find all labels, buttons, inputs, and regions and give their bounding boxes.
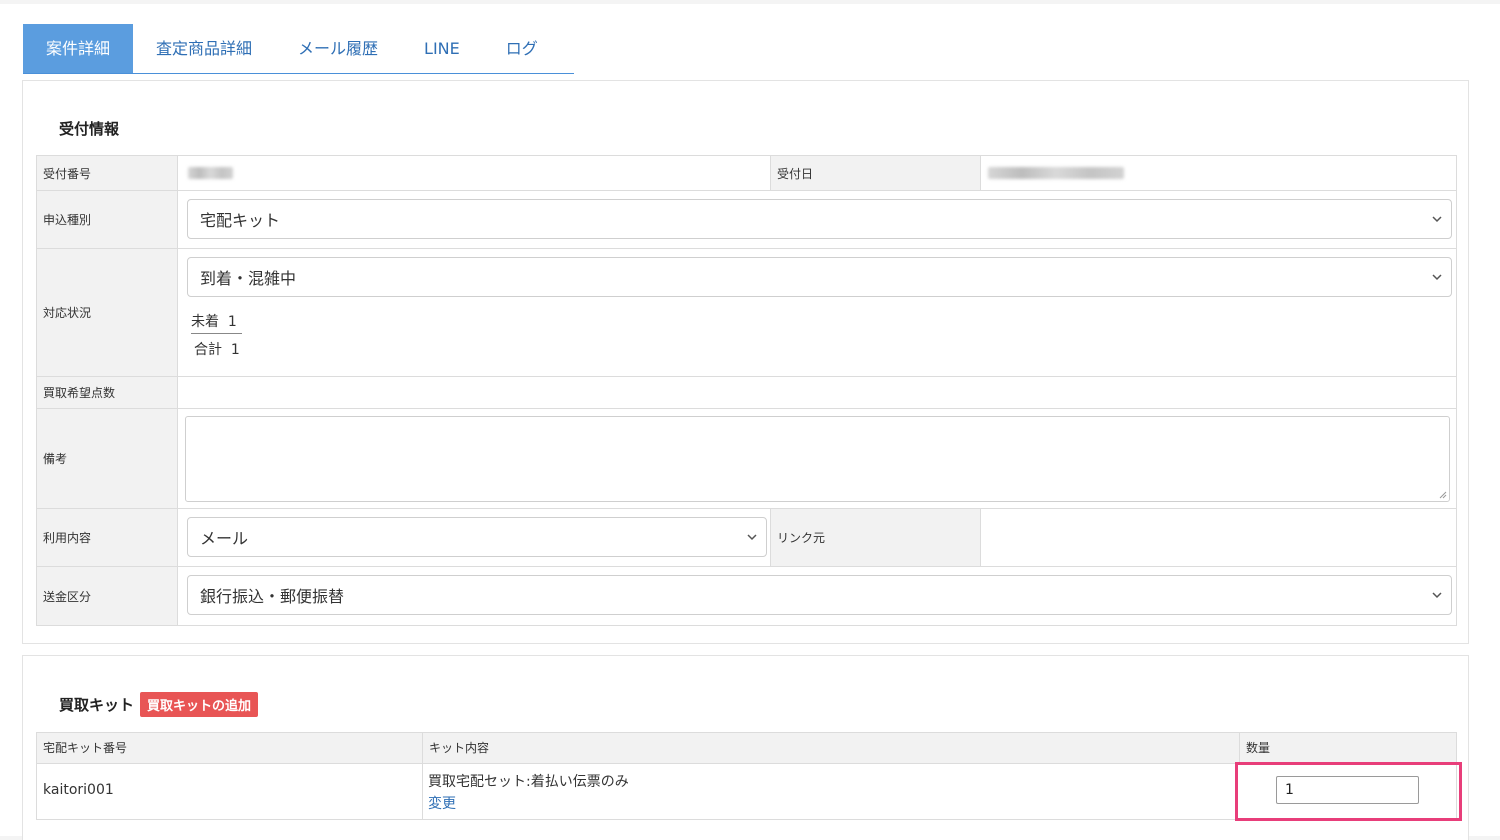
kit-title-row: 買取キット 買取キットの追加 [59,692,259,717]
page: 案件詳細 査定商品詳細 メール履歴 LINE ログ 受付情報 受付番号 受付日 … [0,4,1500,840]
quantity-input[interactable]: 1 [1276,776,1419,804]
tab-line[interactable]: LINE [401,24,483,73]
chevron-down-icon [1432,216,1442,223]
kit-content: 買取宅配セット:着払い伝票のみ [428,774,629,790]
status-select[interactable]: 到着・混雑中 [187,257,1452,297]
chevron-down-icon [1432,274,1442,281]
reception-form: 受付番号 受付日 申込種別 宅配キット 対応状況 到着・混雑中 未着 1 合計 … [36,155,1457,626]
tab-case-details[interactable]: 案件詳細 [23,24,134,73]
label-notes: 備考 [37,409,178,508]
kit-change-link[interactable]: 変更 [428,793,456,813]
header-kit-content: キット内容 [422,733,489,763]
reception-title: 受付情報 [59,120,120,138]
tab-appraisal-items[interactable]: 査定商品詳細 [133,24,275,73]
application-type-value: 宅配キット [200,211,281,230]
header-kit-number: 宅配キット番号 [43,741,128,755]
remit-type-value: 銀行振込・郵便振替 [200,587,345,606]
row-desired-count: 買取希望点数 [37,377,1456,409]
chevron-down-icon [747,534,757,541]
header-quantity: 数量 [1239,733,1270,763]
tab-log[interactable]: ログ [483,24,561,73]
kit-table: 宅配キット番号 キット内容 数量 kaitori001 買取宅配セット:着払い伝… [36,732,1462,821]
tab-bar: 案件詳細 査定商品詳細 メール履歴 LINE ログ [23,24,574,74]
row-notes: 備考 [37,409,1456,509]
row-reception-number: 受付番号 受付日 [37,156,1456,191]
label-status: 対応状況 [37,249,178,376]
status-total-count: 合計 1 [194,342,240,358]
chevron-down-icon [1432,592,1442,599]
usage-select[interactable]: メール [187,517,767,557]
notes-textarea[interactable] [185,416,1450,502]
kit-title: 買取キット [59,696,135,714]
label-link-source: リンク元 [770,509,981,566]
row-remit-type: 送金区分 銀行振込・郵便振替 [37,567,1456,625]
kit-panel: 買取キット 買取キットの追加 宅配キット番号 キット内容 数量 kaitori0… [22,655,1469,840]
usage-value: メール [200,529,249,548]
label-desired-count: 買取希望点数 [37,377,178,408]
label-application-type: 申込種別 [37,191,178,248]
kit-table-header: 宅配キット番号 キット内容 数量 [37,733,1456,764]
status-value: 到着・混雑中 [200,269,297,288]
quantity-highlight: 1 [1235,762,1462,821]
kit-content-cell [422,764,423,820]
kit-number: kaitori001 [43,782,114,798]
label-reception-number: 受付番号 [37,156,178,190]
reception-panel: 受付情報 受付番号 受付日 申込種別 宅配キット 対応状況 到着・混雑中 未着 … [22,80,1469,644]
status-pending-count[interactable]: 未着 1 [191,311,242,334]
label-remit-type: 送金区分 [37,567,178,625]
row-application-type: 申込種別 宅配キット [37,191,1456,249]
row-usage: 利用内容 メール リンク元 [37,509,1456,567]
tab-mail-history[interactable]: メール履歴 [275,24,401,73]
reception-number-value-redacted [188,167,233,179]
reception-date-value-redacted [988,167,1124,179]
resize-grip-icon[interactable] [1439,491,1447,499]
label-reception-date: 受付日 [770,156,981,190]
application-type-select[interactable]: 宅配キット [187,199,1452,239]
label-usage: 利用内容 [37,509,178,566]
row-status: 対応状況 到着・混雑中 未着 1 合計 1 [37,249,1456,377]
remit-type-select[interactable]: 銀行振込・郵便振替 [187,575,1452,615]
add-kit-button[interactable]: 買取キットの追加 [140,692,259,717]
